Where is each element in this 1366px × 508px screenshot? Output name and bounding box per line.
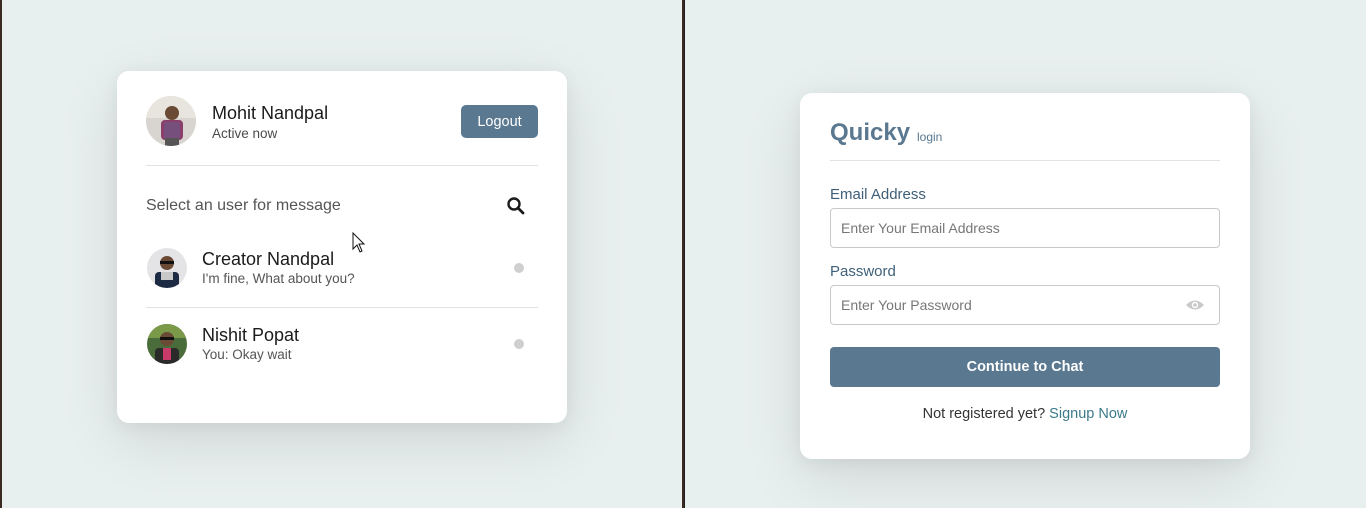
email-label: Email Address: [830, 186, 926, 203]
my-name: Mohit Nandpal: [212, 103, 329, 123]
login-pane: Quicky login Email Address Password Cont…: [685, 0, 1366, 508]
password-label: Password: [830, 263, 896, 280]
status-dot: [514, 339, 524, 349]
user-name: Nishit Popat: [202, 325, 300, 345]
continue-to-chat-button[interactable]: Continue to Chat: [830, 347, 1220, 387]
user-name: Creator Nandpal: [202, 249, 335, 269]
status-dot: [514, 263, 524, 273]
user-last-message: I'm fine, What about you?: [202, 271, 355, 286]
brand-subtitle: login: [917, 130, 943, 144]
login-header: Quicky login: [830, 117, 1220, 161]
login-card: Quicky login Email Address Password Cont…: [800, 93, 1250, 459]
search-hint: Select an user for message: [146, 197, 341, 214]
users-header: Mohit Nandpal Active now Logout: [146, 96, 538, 166]
pane-divider: [682, 0, 684, 508]
user-avatar: [147, 324, 187, 364]
logout-button[interactable]: Logout: [461, 105, 538, 138]
user-list-item[interactable]: Creator Nandpal I'm fine, What about you…: [146, 238, 538, 308]
email-field-wrapper: [830, 208, 1220, 248]
my-avatar: [146, 96, 196, 146]
eye-icon[interactable]: [1185, 298, 1205, 312]
user-list-item[interactable]: Nishit Popat You: Okay wait: [146, 314, 538, 384]
user-avatar: [147, 248, 187, 288]
password-field-wrapper: [830, 285, 1220, 325]
chat-users-pane: Mohit Nandpal Active now Logout Select a…: [2, 0, 682, 508]
email-field[interactable]: [831, 209, 1161, 247]
signup-prompt: Not registered yet? Signup Now: [800, 406, 1250, 422]
my-status: Active now: [212, 126, 278, 141]
user-search-bar[interactable]: Select an user for message: [146, 193, 538, 219]
signup-prompt-text: Not registered yet?: [922, 406, 1046, 422]
user-last-message: You: Okay wait: [202, 347, 292, 362]
mouse-pointer-icon: [352, 231, 366, 254]
users-card: Mohit Nandpal Active now Logout Select a…: [117, 71, 567, 423]
search-icon[interactable]: [506, 196, 526, 216]
signup-link[interactable]: Signup Now: [1049, 406, 1127, 422]
brand-title: Quicky: [830, 119, 911, 146]
password-field[interactable]: [831, 286, 1161, 324]
